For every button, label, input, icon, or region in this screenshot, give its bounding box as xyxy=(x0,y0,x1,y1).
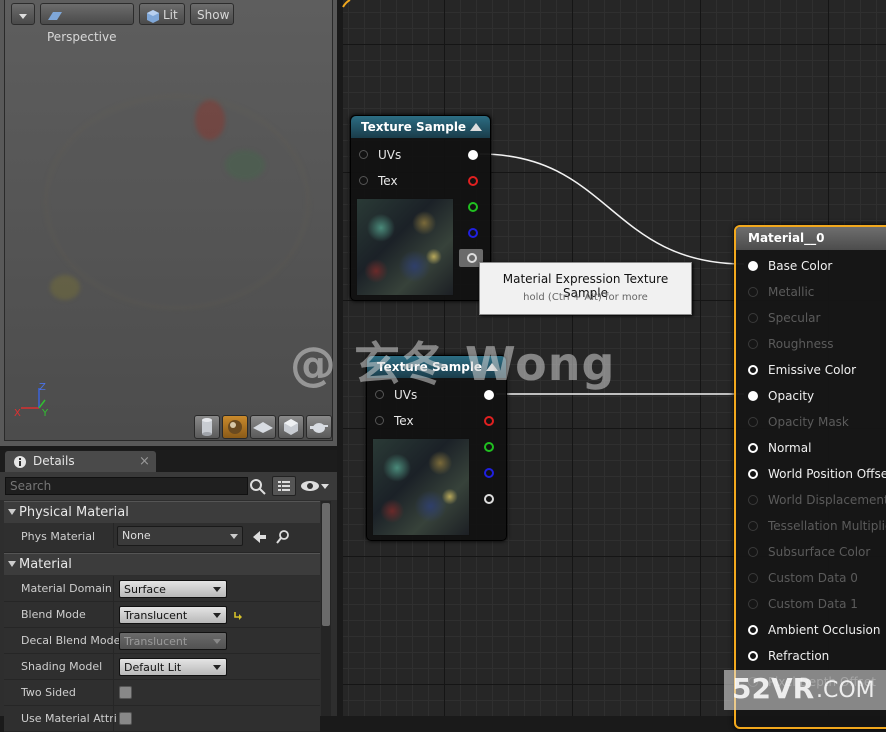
input-pin-icon xyxy=(748,599,758,609)
material-pin-label: Refraction xyxy=(768,649,830,663)
tooltip: Material Expression Texture Sample hold … xyxy=(479,262,692,315)
material-pin-label: Custom Data 1 xyxy=(768,597,858,611)
input-pin-icon xyxy=(748,417,758,427)
material-pin-row: Specular xyxy=(736,305,886,331)
material-pin-label: Emissive Color xyxy=(768,363,857,377)
material-pin-row[interactable]: Ambient Occlusion xyxy=(736,617,886,643)
watermark-corner: 52VR .COM xyxy=(724,670,886,710)
material-pin-label: Metallic xyxy=(768,285,815,299)
material-pin-label: Tessellation Multiplier xyxy=(768,519,886,533)
input-pin-icon xyxy=(748,573,758,583)
material-pin-label: World Displacement xyxy=(768,493,886,507)
texture-sample-node-2-title: Texture Sample xyxy=(377,360,483,374)
input-pin-icon[interactable] xyxy=(748,391,758,401)
input-pin-icon[interactable] xyxy=(375,390,384,399)
texture-sample-node-1-title: Texture Sample xyxy=(361,120,467,134)
output-rgb-pin-icon[interactable] xyxy=(484,390,494,400)
material-pin-label: Roughness xyxy=(768,337,834,351)
watermark-corner-b: .COM xyxy=(816,678,875,703)
output-b-pin-icon[interactable] xyxy=(468,228,478,238)
material-pin-row[interactable]: Base Color xyxy=(736,253,886,279)
output-g-pin-icon[interactable] xyxy=(468,202,478,212)
texture-sample-node-2[interactable]: Texture Sample UVs Tex xyxy=(366,355,507,541)
material-pin-row: Opacity Mask xyxy=(736,409,886,435)
material-pin-label: Specular xyxy=(768,311,821,325)
pin-uvs-label: UVs xyxy=(378,148,402,162)
input-pin-icon xyxy=(748,495,758,505)
material-pin-label: Subsurface Color xyxy=(768,545,871,559)
material-pin-label: Ambient Occlusion xyxy=(768,623,881,637)
texture-sample-node-2-header[interactable]: Texture Sample xyxy=(367,356,506,378)
material-pin-row: Tessellation Multiplier xyxy=(736,513,886,539)
input-pin-icon[interactable] xyxy=(359,150,368,159)
material-pin-row: Metallic xyxy=(736,279,886,305)
input-pin-icon xyxy=(748,521,758,531)
material-pin-label: Opacity xyxy=(768,389,815,403)
material-pin-row: Subsurface Color xyxy=(736,539,886,565)
wire-uvs-to-base-color xyxy=(479,153,745,265)
material-pin-row[interactable]: Opacity xyxy=(736,383,886,409)
material-pin-row[interactable]: Normal xyxy=(736,435,886,461)
input-pin-icon[interactable] xyxy=(359,176,368,185)
input-pin-icon xyxy=(748,339,758,349)
material-pin-label: Normal xyxy=(768,441,812,455)
output-g-pin-icon[interactable] xyxy=(484,442,494,452)
input-pin-icon xyxy=(748,547,758,557)
material-pin-row: Custom Data 0 xyxy=(736,565,886,591)
input-pin-icon[interactable] xyxy=(748,651,758,661)
material-pin-row[interactable]: World Position Offset xyxy=(736,461,886,487)
material-pin-label: Opacity Mask xyxy=(768,415,849,429)
collapse-triangle-icon[interactable] xyxy=(486,363,498,371)
collapse-triangle-icon[interactable] xyxy=(470,123,482,131)
pin-uvs-label: UVs xyxy=(394,388,418,402)
material-result-node[interactable]: Material__0 Base Color Metallic Specular Ro… xyxy=(734,225,886,729)
material-pin-row[interactable]: Emissive Color xyxy=(736,357,886,383)
tooltip-hint: hold (Ctrl + Alt) for more xyxy=(523,292,648,303)
output-r-pin-icon[interactable] xyxy=(468,176,478,186)
material-pin-row: Roughness xyxy=(736,331,886,357)
material-pin-label: Base Color xyxy=(768,259,833,273)
output-r-pin-icon[interactable] xyxy=(484,416,494,426)
texture-thumbnail xyxy=(372,438,470,536)
texture-sample-node-1[interactable]: Texture Sample UVs Tex xyxy=(350,115,491,301)
pin-tex-label: Tex xyxy=(378,174,398,188)
input-pin-icon[interactable] xyxy=(748,469,758,479)
watermark-corner-a: 52VR xyxy=(732,672,815,705)
input-pin-icon[interactable] xyxy=(748,261,758,271)
output-b-pin-icon[interactable] xyxy=(484,468,494,478)
material-pin-row: World Displacement xyxy=(736,487,886,513)
input-pin-icon[interactable] xyxy=(748,443,758,453)
material-node-title: Material__0 xyxy=(748,231,825,245)
output-rgb-pin-icon[interactable] xyxy=(468,150,478,160)
output-a-pin-icon[interactable] xyxy=(484,494,494,504)
pin-tex-label: Tex xyxy=(394,414,414,428)
material-pin-label: Custom Data 0 xyxy=(768,571,858,585)
texture-thumbnail xyxy=(356,198,454,296)
frame-corner xyxy=(342,0,351,8)
material-pin-label: World Position Offset xyxy=(768,467,886,481)
input-pin-icon[interactable] xyxy=(748,625,758,635)
input-pin-icon[interactable] xyxy=(375,416,384,425)
material-pin-row: Custom Data 1 xyxy=(736,591,886,617)
input-pin-icon[interactable] xyxy=(748,365,758,375)
output-a-pin-icon[interactable] xyxy=(467,253,477,263)
material-pin-row[interactable]: Refraction xyxy=(736,643,886,669)
material-node-header[interactable]: Material__0 xyxy=(736,227,886,250)
input-pin-icon xyxy=(748,287,758,297)
texture-sample-node-1-header[interactable]: Texture Sample xyxy=(351,116,490,138)
input-pin-icon xyxy=(748,313,758,323)
